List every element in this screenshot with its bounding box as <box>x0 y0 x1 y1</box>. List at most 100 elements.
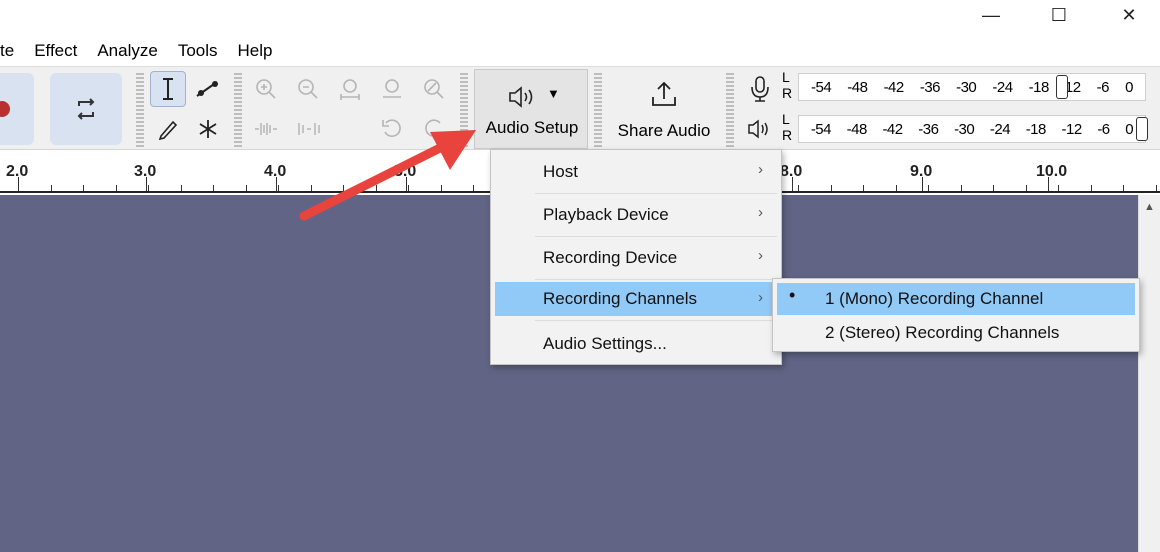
share-audio-button[interactable]: Share Audio <box>608 71 720 147</box>
ruler-minor-tick <box>213 185 214 191</box>
menu-item-label: Recording Device <box>543 248 678 267</box>
envelope-icon <box>196 81 218 97</box>
menu-analyze[interactable]: Analyze <box>87 38 167 64</box>
audio-setup-label: Audio Setup <box>485 118 579 137</box>
ruler-minor-tick <box>148 185 149 191</box>
toolbar-grip[interactable] <box>136 71 144 147</box>
menu-item-host[interactable]: Host › <box>495 152 777 192</box>
menu-item-label: Audio Settings... <box>543 334 667 353</box>
menu-item-recording-device[interactable]: Recording Device › <box>495 238 777 278</box>
menu-separator <box>535 236 777 237</box>
annotation-arrow-icon <box>299 130 476 221</box>
menu-separator <box>535 279 777 280</box>
fit-project-button[interactable] <box>374 71 410 107</box>
chevron-right-icon: › <box>758 289 763 306</box>
menu-item-label: Host <box>543 162 578 181</box>
dropdown-arrow-icon: ▼ <box>547 86 560 101</box>
meter-tick-label: -30 <box>956 78 977 96</box>
playback-level-slider[interactable] <box>1136 117 1148 141</box>
toolbar-grip[interactable] <box>234 71 242 147</box>
zoom-out-icon <box>298 79 318 99</box>
trim-audio-button[interactable] <box>248 111 284 147</box>
menu-bar: te Effect Analyze Tools Help <box>0 38 282 64</box>
close-button[interactable]: ✕ <box>1106 0 1152 30</box>
record-level-slider[interactable] <box>1056 75 1068 99</box>
channel-right-label: R <box>782 85 793 101</box>
meter-tick-label: 0 <box>1125 78 1133 96</box>
menu-item-stereo-channels[interactable]: 2 (Stereo) Recording Channels <box>777 317 1135 349</box>
fit-selection-button[interactable] <box>332 71 368 107</box>
multi-tool[interactable] <box>190 111 226 147</box>
ruler-label: 4.0 <box>264 163 287 180</box>
playback-meter[interactable]: -54 -48 -42 -36 -30 -24 -18 -12 -6 0 <box>798 115 1146 143</box>
toolbar: ▼ Audio Setup Share Audio L R L R -54 -48… <box>0 66 1160 150</box>
audio-setup-button[interactable]: ▼ Audio Setup <box>474 69 588 149</box>
toolbar-grip[interactable] <box>726 71 734 147</box>
ruler-minor-tick <box>1123 185 1124 191</box>
record-icon <box>0 101 10 117</box>
recording-channels-submenu: • 1 (Mono) Recording Channel 2 (Stereo) … <box>772 278 1140 352</box>
menu-item-audio-settings[interactable]: Audio Settings... <box>495 324 777 364</box>
maximize-button[interactable]: ☐ <box>1036 0 1082 30</box>
ruler-minor-tick <box>863 185 864 191</box>
radio-bullet-icon: • <box>789 285 796 305</box>
meter-tick-label: -54 <box>810 120 832 138</box>
zoom-out-button[interactable] <box>290 71 326 107</box>
ruler-label: 10.0 <box>1036 163 1068 180</box>
chevron-right-icon: › <box>758 247 763 264</box>
ruler-minor-tick <box>928 185 929 191</box>
ruler-minor-tick <box>1091 185 1092 191</box>
chevron-right-icon: › <box>758 161 763 178</box>
record-meter-channels: L R <box>782 69 792 101</box>
envelope-tool[interactable] <box>190 71 226 107</box>
menu-generate[interactable]: te <box>0 38 24 64</box>
menu-help[interactable]: Help <box>228 38 283 64</box>
channel-left-label: L <box>782 69 790 85</box>
meter-tick-label: -48 <box>846 120 868 138</box>
minimize-button[interactable]: — <box>968 0 1014 30</box>
ruler-minor-tick <box>896 185 897 191</box>
ruler-minor-tick <box>961 185 962 191</box>
speaker-icon <box>509 86 533 108</box>
menu-tools[interactable]: Tools <box>168 38 228 64</box>
meter-tick-label: -54 <box>811 78 832 96</box>
meter-tick-label: -36 <box>918 120 939 138</box>
asterisk-icon <box>199 120 217 138</box>
meter-tick-label: -42 <box>882 120 903 138</box>
ruler-minor-tick <box>798 185 799 191</box>
draw-tool[interactable] <box>150 111 186 147</box>
record-button[interactable] <box>0 73 34 145</box>
vertical-scrollbar[interactable]: ▲ <box>1138 195 1160 552</box>
menu-item-label: Playback Device <box>543 205 669 224</box>
menu-item-label: Recording Channels <box>543 289 698 308</box>
ruler-minor-tick <box>993 185 994 191</box>
menu-effect[interactable]: Effect <box>24 38 87 64</box>
selection-tool[interactable] <box>150 71 186 107</box>
ruler-minor-tick <box>1156 185 1157 191</box>
record-meter[interactable]: -54 -48 -42 -36 -30 -24 -18 12 -6 0 <box>798 73 1146 101</box>
ruler-minor-tick <box>246 185 247 191</box>
toolbar-grip[interactable] <box>594 71 602 147</box>
upload-icon <box>652 81 676 106</box>
zoom-toggle-button[interactable] <box>416 71 452 107</box>
menu-separator <box>535 193 777 194</box>
zoom-in-button[interactable] <box>248 71 284 107</box>
ruler-label: 3.0 <box>134 163 157 180</box>
zoom-selection-icon <box>340 79 360 100</box>
microphone-icon <box>751 76 769 102</box>
menu-item-mono-channel[interactable]: • 1 (Mono) Recording Channel <box>777 283 1135 315</box>
playback-meter-button[interactable] <box>742 111 778 147</box>
meter-tick-label: -18 <box>1028 78 1050 96</box>
menu-separator <box>535 320 777 321</box>
ruler-minor-tick <box>51 185 52 191</box>
menu-item-recording-channels[interactable]: Recording Channels › <box>495 282 777 316</box>
meter-tick-label: -24 <box>989 120 1011 138</box>
menu-item-playback-device[interactable]: Playback Device › <box>495 195 777 235</box>
menu-item-label: 1 (Mono) Recording Channel <box>825 289 1044 308</box>
audio-setup-menu: Host › Playback Device › Recording Device ›… <box>490 149 782 365</box>
record-meter-button[interactable] <box>742 71 778 107</box>
scroll-up-icon[interactable]: ▲ <box>1144 201 1155 213</box>
loop-button[interactable] <box>50 73 122 145</box>
title-bar: — ☐ ✕ <box>0 0 1160 36</box>
i-beam-icon <box>163 78 173 100</box>
